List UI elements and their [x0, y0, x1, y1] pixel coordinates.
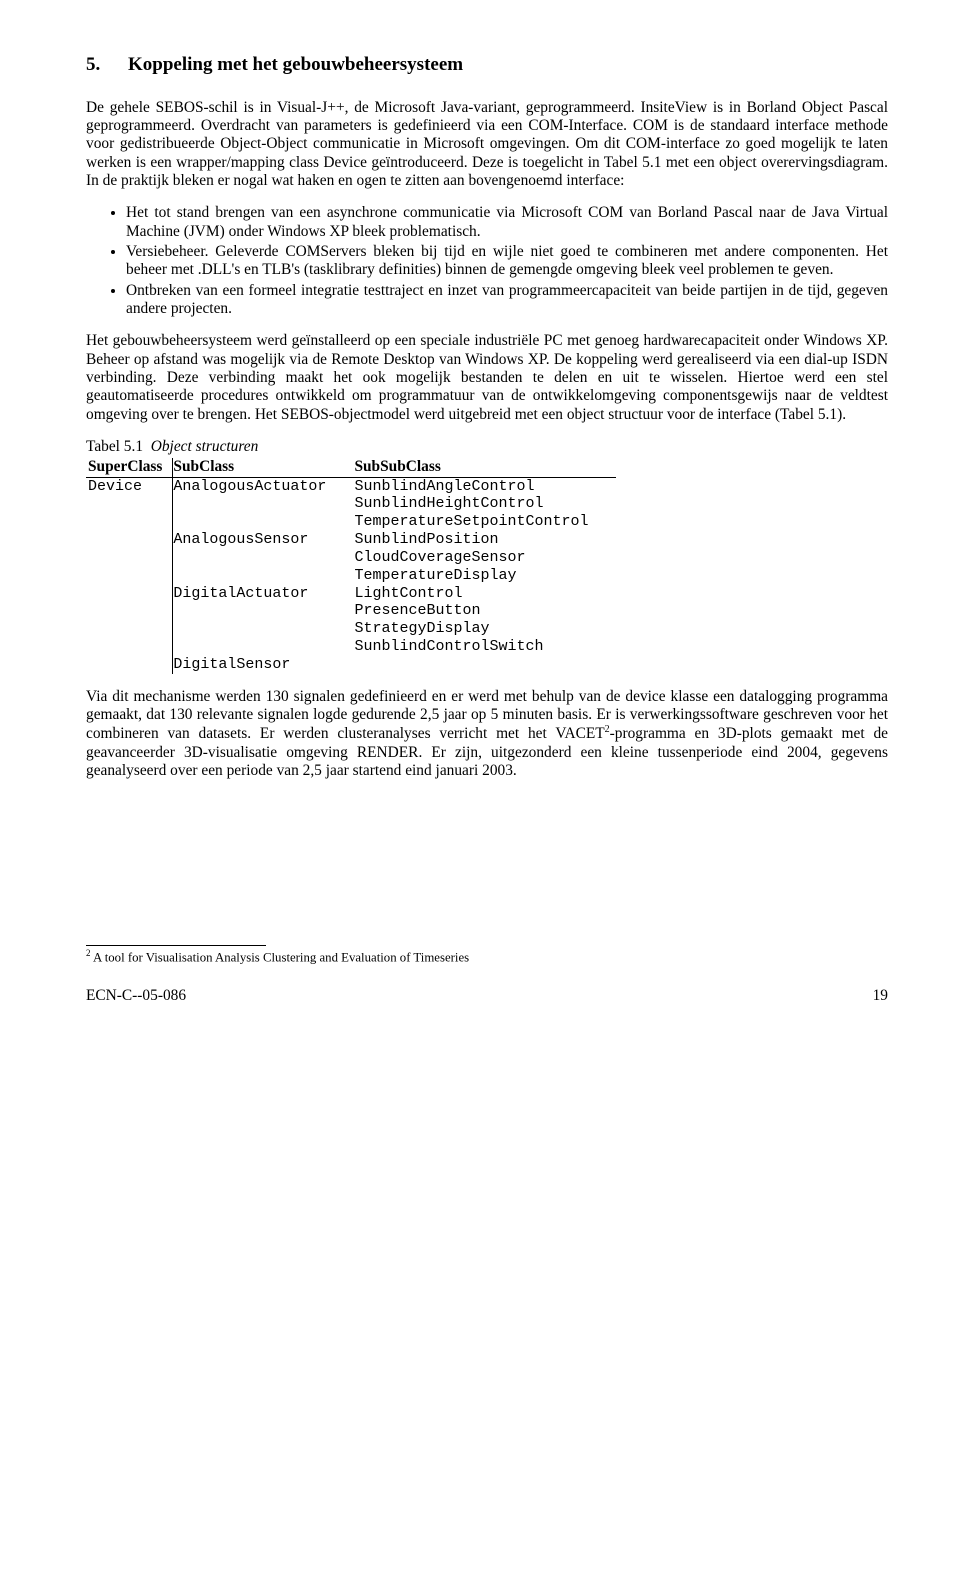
table-cell: TemperatureSetpointControl	[354, 513, 616, 531]
footnote-rule	[86, 945, 266, 946]
footer-doc-id: ECN-C--05-086	[86, 987, 186, 1005]
paragraph-1-text: De gehele SEBOS-schil is in Visual-J++, …	[86, 99, 888, 189]
footnote-text: A tool for Visualisation Analysis Cluste…	[91, 950, 470, 964]
footnote: 2 A tool for Visualisation Analysis Clus…	[86, 948, 888, 966]
table-cell: StrategyDisplay	[354, 620, 616, 638]
list-item: Het tot stand brengen van een asynchrone…	[126, 204, 888, 241]
table-cell: LightControl	[354, 585, 616, 603]
table-cell: TemperatureDisplay	[354, 567, 616, 585]
section-number: 5.	[86, 54, 128, 77]
object-structure-table: SuperClass SubClass SubSubClass Device A…	[86, 458, 616, 674]
table-header: SuperClass	[86, 458, 173, 477]
table-cell: Device	[86, 477, 173, 495]
table-cell: PresenceButton	[354, 602, 616, 620]
list-item: Versiebeheer. Geleverde COMServers bleke…	[126, 243, 888, 280]
paragraph-1: De gehele SEBOS-schil is in Visual-J++, …	[86, 99, 888, 191]
table-cell: DigitalActuator	[173, 585, 355, 603]
section-title: Koppeling met het gebouwbeheersysteem	[128, 54, 463, 75]
table-cell: SunblindHeightControl	[354, 495, 616, 513]
table-title: Object structuren	[151, 438, 259, 455]
table-cell: CloudCoverageSensor	[354, 549, 616, 567]
table-cell: SunblindAngleControl	[354, 477, 616, 495]
section-heading: 5.Koppeling met het gebouwbeheersysteem	[86, 54, 888, 77]
footer-page-number: 19	[873, 987, 888, 1005]
table-label: Tabel 5.1	[86, 438, 143, 455]
issue-list: Het tot stand brengen van een asynchrone…	[86, 204, 888, 318]
table-cell: DigitalSensor	[173, 656, 355, 674]
table-cell: SunblindPosition	[354, 531, 616, 549]
table-header: SubSubClass	[354, 458, 616, 477]
table-cell: AnalogousActuator	[173, 477, 355, 495]
table-cell: SunblindControlSwitch	[354, 638, 616, 656]
paragraph-3: Via dit mechanisme werden 130 signalen g…	[86, 688, 888, 781]
table-caption: Tabel 5.1 Object structuren	[86, 438, 888, 456]
list-item: Ontbreken van een formeel integratie tes…	[126, 282, 888, 319]
table-header: SubClass	[173, 458, 355, 477]
page-footer: ECN-C--05-086 19	[86, 987, 888, 1005]
table-cell: AnalogousSensor	[173, 531, 355, 549]
paragraph-2: Het gebouwbeheersysteem werd geïnstallee…	[86, 332, 888, 424]
